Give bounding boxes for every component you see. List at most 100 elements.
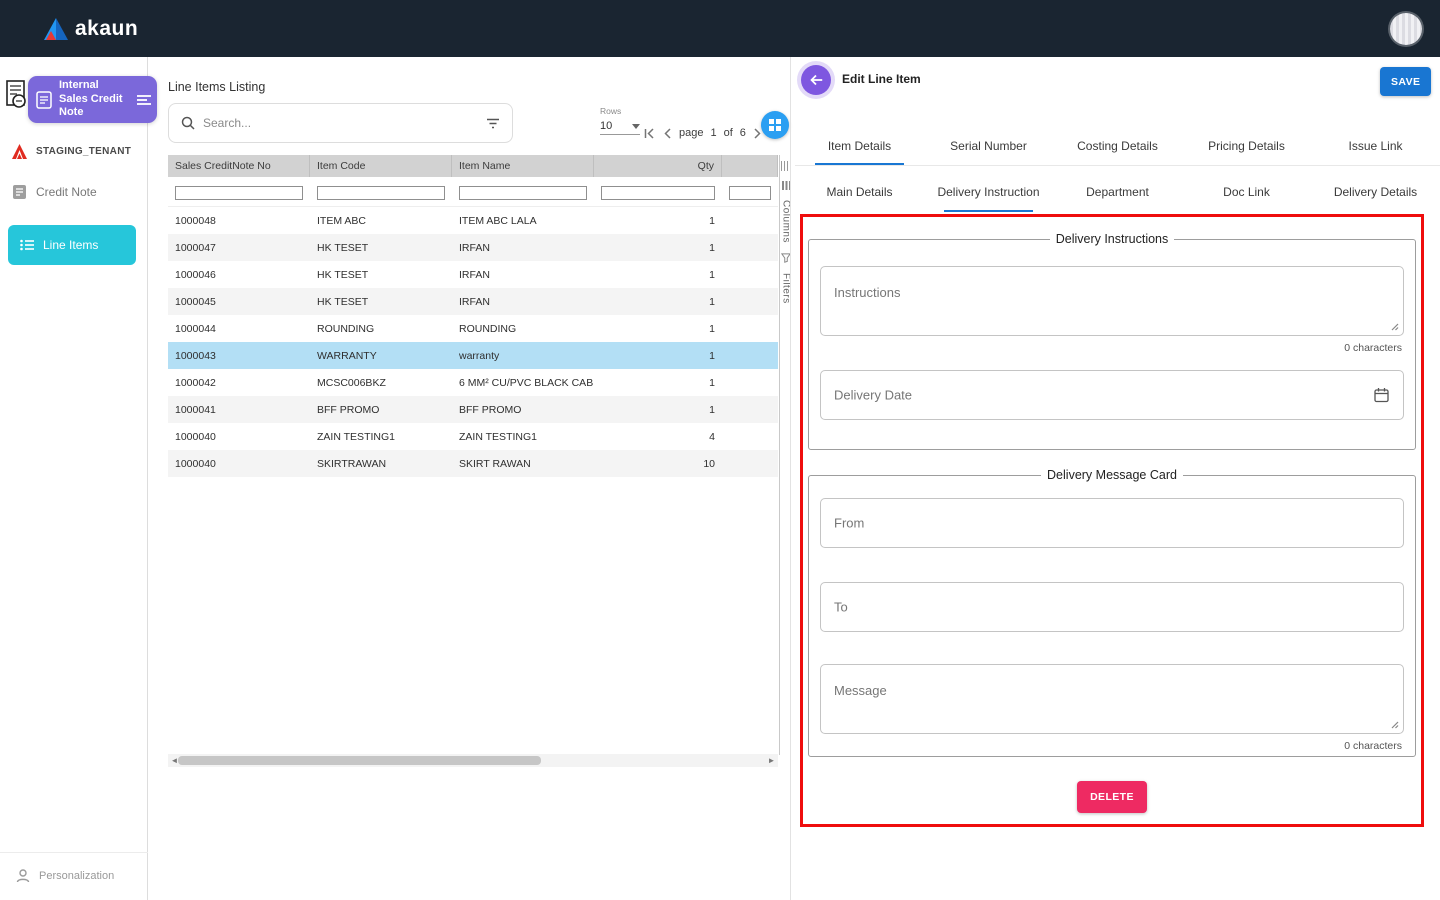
sidebar-item-personalization[interactable]: Personalization bbox=[0, 852, 148, 883]
topbar: akaun bbox=[0, 0, 1440, 57]
cell-qty: 1 bbox=[594, 377, 722, 389]
user-avatar[interactable] bbox=[1390, 13, 1422, 45]
scrollbar-thumb[interactable] bbox=[178, 756, 541, 765]
instructions-char-counter: 0 characters bbox=[820, 342, 1402, 354]
message-textarea[interactable]: Message bbox=[820, 664, 1404, 734]
filter-input-item-code[interactable] bbox=[317, 186, 445, 200]
message-char-counter: 0 characters bbox=[820, 740, 1402, 752]
search-input[interactable] bbox=[203, 116, 478, 130]
tab-serial-number[interactable]: Serial Number bbox=[924, 126, 1053, 165]
first-page-icon[interactable] bbox=[643, 127, 656, 140]
table-row[interactable]: 1000048 ITEM ABC ITEM ABC LALA 1 bbox=[168, 207, 778, 234]
filter-input-creditnote-no[interactable] bbox=[175, 186, 303, 200]
table-row[interactable]: 1000040 ZAIN TESTING1 ZAIN TESTING1 4 bbox=[168, 423, 778, 450]
tab-item-details[interactable]: Item Details bbox=[795, 126, 924, 165]
sidebar-item-line-items[interactable]: Line Items bbox=[8, 225, 136, 265]
sidebar-item-credit-note[interactable]: Credit Note bbox=[0, 179, 148, 205]
back-icon bbox=[808, 73, 824, 87]
cell-item-code: ROUNDING bbox=[310, 323, 452, 335]
cell-item-code: HK TESET bbox=[310, 296, 452, 308]
brand-name: akaun bbox=[75, 17, 138, 41]
delivery-instructions-legend: Delivery Instructions bbox=[1050, 232, 1175, 246]
to-input[interactable]: To bbox=[820, 582, 1404, 632]
cell-qty: 4 bbox=[594, 431, 722, 443]
from-label: From bbox=[834, 516, 864, 531]
rows-caret-icon bbox=[632, 124, 640, 129]
tab-department[interactable]: Department bbox=[1053, 172, 1182, 212]
cell-item-name: BFF PROMO bbox=[452, 404, 594, 416]
editor-title: Edit Line Item bbox=[842, 72, 921, 86]
delivery-message-card-section: Delivery Message Card From To Message 0 … bbox=[808, 468, 1416, 757]
table-row[interactable]: 1000043 WARRANTY warranty 1 bbox=[168, 342, 778, 369]
cell-item-name: ROUNDING bbox=[452, 323, 594, 335]
header-qty[interactable]: Qty bbox=[594, 155, 722, 177]
cell-creditnote-no: 1000046 bbox=[168, 269, 310, 281]
filter-input-qty[interactable] bbox=[601, 186, 715, 200]
header-item-code[interactable]: Item Code bbox=[310, 155, 452, 177]
from-input[interactable]: From bbox=[820, 498, 1404, 548]
editor-secondary-tabs: Main Details Delivery Instruction Depart… bbox=[795, 172, 1440, 212]
line-items-label: Line Items bbox=[43, 238, 98, 252]
header-extra bbox=[722, 155, 778, 177]
cell-creditnote-no: 1000047 bbox=[168, 242, 310, 254]
resize-handle-icon[interactable] bbox=[1389, 719, 1399, 729]
cell-item-name: ITEM ABC LALA bbox=[452, 215, 594, 227]
tenant-label: STAGING_TENANT bbox=[36, 146, 131, 157]
brand-logo: akaun bbox=[44, 17, 138, 41]
scroll-right-icon[interactable]: ► bbox=[765, 754, 778, 767]
table-header: Sales CreditNote No Item Code Item Name … bbox=[168, 155, 778, 177]
cell-creditnote-no: 1000045 bbox=[168, 296, 310, 308]
delete-button[interactable]: DELETE bbox=[1077, 781, 1147, 813]
table-row[interactable]: 1000047 HK TESET IRFAN 1 bbox=[168, 234, 778, 261]
cell-qty: 1 bbox=[594, 215, 722, 227]
filter-icon[interactable] bbox=[486, 118, 500, 129]
cell-item-name: IRFAN bbox=[452, 242, 594, 254]
tab-doc-link[interactable]: Doc Link bbox=[1182, 172, 1311, 212]
filter-input-item-name[interactable] bbox=[459, 186, 587, 200]
collapse-menu-icon[interactable] bbox=[137, 94, 151, 106]
tab-pricing-details[interactable]: Pricing Details bbox=[1182, 126, 1311, 165]
delivery-date-label: Delivery Date bbox=[834, 388, 912, 403]
tab-issue-link[interactable]: Issue Link bbox=[1311, 126, 1440, 165]
cell-item-code: HK TESET bbox=[310, 269, 452, 281]
cell-item-code: MCSC006BKZ bbox=[310, 377, 452, 389]
filter-input-extra[interactable] bbox=[729, 186, 771, 200]
header-item-name[interactable]: Item Name bbox=[452, 155, 594, 177]
credit-note-icon bbox=[12, 184, 27, 200]
table-filter-row bbox=[168, 177, 778, 207]
cell-qty: 1 bbox=[594, 350, 722, 362]
tab-main-details[interactable]: Main Details bbox=[795, 172, 924, 212]
table-row[interactable]: 1000040 SKIRTRAWAN SKIRT RAWAN 10 bbox=[168, 450, 778, 477]
personalization-label: Personalization bbox=[39, 870, 114, 882]
prev-page-icon[interactable] bbox=[663, 127, 672, 140]
save-button[interactable]: SAVE bbox=[1380, 67, 1431, 96]
back-button[interactable] bbox=[801, 65, 831, 95]
table-row[interactable]: 1000045 HK TESET IRFAN 1 bbox=[168, 288, 778, 315]
calendar-icon[interactable] bbox=[1374, 388, 1389, 403]
table-row[interactable]: 1000044 ROUNDING ROUNDING 1 bbox=[168, 315, 778, 342]
rows-per-page-select[interactable]: Rows 10 bbox=[600, 106, 640, 135]
horizontal-scrollbar: ◄ ► bbox=[168, 754, 778, 767]
header-sales-creditnote-no[interactable]: Sales CreditNote No bbox=[168, 155, 310, 177]
table-row[interactable]: 1000041 BFF PROMO BFF PROMO 1 bbox=[168, 396, 778, 423]
tenant-icon bbox=[12, 144, 27, 159]
credit-note-label: Credit Note bbox=[36, 185, 97, 199]
listing-title: Line Items Listing bbox=[168, 80, 265, 94]
tab-delivery-instruction[interactable]: Delivery Instruction bbox=[924, 172, 1053, 212]
tab-costing-details[interactable]: Costing Details bbox=[1053, 126, 1182, 165]
message-label: Message bbox=[834, 683, 887, 698]
cell-item-code: HK TESET bbox=[310, 242, 452, 254]
grid-view-button[interactable] bbox=[761, 111, 789, 139]
instructions-textarea[interactable]: Instructions bbox=[820, 266, 1404, 336]
resize-handle-icon[interactable] bbox=[1389, 321, 1399, 331]
sidebar-item-internal-sales-credit-note[interactable]: Internal Sales Credit Note bbox=[28, 76, 157, 123]
cell-qty: 1 bbox=[594, 323, 722, 335]
tab-delivery-details[interactable]: Delivery Details bbox=[1311, 172, 1440, 212]
delivery-date-input[interactable]: Delivery Date bbox=[820, 370, 1404, 420]
table-row[interactable]: 1000046 HK TESET IRFAN 1 bbox=[168, 261, 778, 288]
sidebar-item-tenant[interactable]: STAGING_TENANT bbox=[0, 139, 148, 163]
delivery-message-card-legend: Delivery Message Card bbox=[1041, 468, 1183, 482]
table-row[interactable]: 1000042 MCSC006BKZ 6 MM² CU/PVC BLACK CA… bbox=[168, 369, 778, 396]
cell-qty: 1 bbox=[594, 404, 722, 416]
cell-item-name: IRFAN bbox=[452, 296, 594, 308]
